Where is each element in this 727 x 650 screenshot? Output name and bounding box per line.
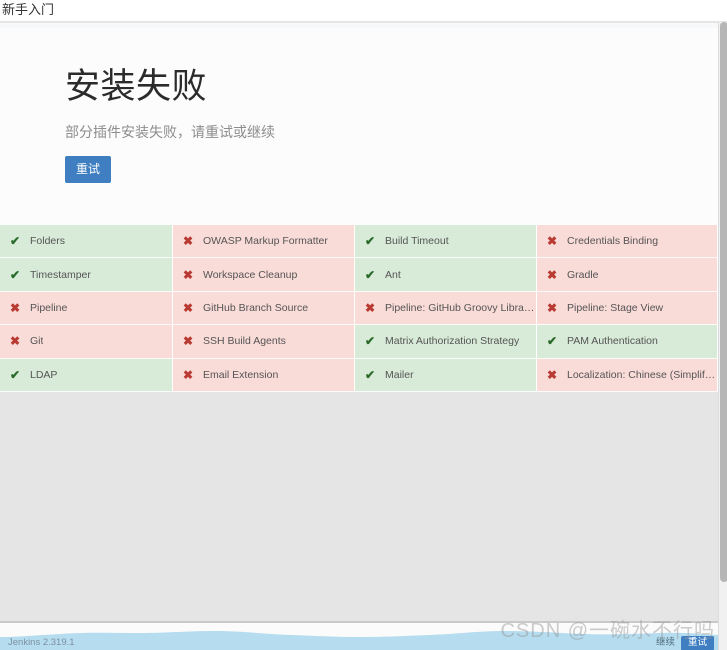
plugin-status-grid: ✔ Folders ✖ OWASP Markup Formatter ✔ Build Ti… (0, 225, 718, 392)
plugin-name-label: Build Timeout (385, 235, 449, 248)
plugin-cell: ✖ Workspace Cleanup (173, 258, 355, 292)
setup-footer: Jenkins 2.319.1 继续 重试 (0, 623, 718, 650)
header-tab-label: 新手入门 (2, 2, 55, 17)
plugin-name-label: Pipeline: Stage View (567, 301, 664, 314)
plugin-cell: ✔ Build Timeout (355, 225, 537, 259)
check-icon: ✔ (364, 267, 376, 282)
check-icon: ✔ (9, 367, 21, 382)
cross-icon: ✖ (546, 267, 558, 282)
plugin-cell: ✖ GitHub Branch Source (173, 291, 355, 326)
plugin-name-label: Localization: Chinese (Simplified) (567, 368, 717, 381)
plugin-name-label: Email Extension (203, 368, 279, 381)
check-icon: ✔ (9, 234, 21, 249)
plugin-name-label: Matrix Authorization Strategy (385, 335, 520, 348)
plugin-cell: ✖ Git (0, 325, 173, 359)
header-tab-getting-started[interactable]: 新手入门 (0, 0, 727, 20)
plugin-name-label: SSH Build Agents (203, 335, 286, 348)
plugin-cell: ✖ Localization: Chinese (Simplified) (537, 358, 718, 392)
cross-icon: ✖ (546, 234, 558, 249)
check-icon: ✔ (364, 334, 376, 349)
plugin-name-label: Mailer (385, 368, 414, 381)
cross-icon: ✖ (364, 300, 376, 315)
plugin-cell: ✔ Matrix Authorization Strategy (355, 325, 537, 359)
app-header: 新手入门 (0, 0, 727, 22)
plugin-name-label: OWASP Markup Formatter (203, 235, 328, 248)
cross-icon: ✖ (9, 334, 21, 349)
footer-actions: 继续 重试 (656, 635, 718, 650)
plugin-name-label: Ant (385, 268, 401, 281)
cross-icon: ✖ (182, 267, 194, 282)
plugin-name-label: Git (30, 335, 44, 348)
install-failure-hero: 安装失败 部分插件安装失败，请重试或继续 重试 (65, 65, 275, 183)
plugin-cell: ✔ Ant (355, 258, 537, 292)
plugin-name-label: Pipeline (30, 301, 68, 314)
plugin-name-label: Credentials Binding (567, 235, 659, 248)
plugin-cell: ✔ Mailer (355, 358, 537, 392)
panel-top-divider (0, 23, 718, 28)
plugin-cell: ✖ Pipeline: GitHub Groovy Libraries (355, 291, 537, 326)
check-icon: ✔ (364, 234, 376, 249)
cross-icon: ✖ (9, 300, 21, 315)
plugin-name-label: Pipeline: GitHub Groovy Libraries (385, 301, 536, 314)
plugin-name-label: LDAP (30, 368, 58, 381)
page-subtitle: 部分插件安装失败，请重试或继续 (65, 124, 275, 140)
plugin-cell: ✖ Pipeline: Stage View (537, 291, 718, 326)
plugin-name-label: GitHub Branch Source (203, 301, 309, 314)
plugin-name-label: Timestamper (30, 268, 91, 281)
plugin-cell: ✖ SSH Build Agents (173, 325, 355, 359)
setup-wizard-panel: 安装失败 部分插件安装失败，请重试或继续 重试 (0, 23, 718, 225)
cross-icon: ✖ (546, 300, 558, 315)
plugin-name-label: Workspace Cleanup (203, 268, 298, 281)
cross-icon: ✖ (546, 367, 558, 382)
plugin-cell: ✔ Timestamper (0, 258, 173, 292)
footer-retry-button[interactable]: 重试 (680, 635, 714, 650)
jenkins-version-label: Jenkins 2.319.1 (8, 637, 75, 648)
plugin-name-label: Folders (30, 235, 66, 248)
plugin-cell: ✔ PAM Authentication (537, 325, 718, 359)
check-icon: ✔ (546, 334, 558, 349)
plugin-cell: ✖ Credentials Binding (537, 225, 718, 259)
vertical-scrollbar[interactable] (718, 22, 727, 650)
footer-bar: Jenkins 2.319.1 继续 重试 (0, 635, 718, 650)
scrollbar-thumb[interactable] (720, 22, 727, 582)
retry-button[interactable]: 重试 (65, 156, 112, 183)
plugin-cell: ✔ Folders (0, 225, 173, 259)
plugin-name-label: PAM Authentication (567, 335, 658, 348)
check-icon: ✔ (364, 367, 376, 382)
plugin-name-label: Gradle (567, 268, 599, 281)
plugin-cell: ✖ Pipeline (0, 291, 173, 326)
continue-button[interactable]: 继续 (656, 637, 675, 649)
plugin-cell: ✔ LDAP (0, 358, 173, 392)
plugin-cell: ✖ Email Extension (173, 358, 355, 392)
cross-icon: ✖ (182, 367, 194, 382)
cross-icon: ✖ (182, 334, 194, 349)
cross-icon: ✖ (182, 300, 194, 315)
check-icon: ✔ (9, 267, 21, 282)
cross-icon: ✖ (182, 234, 194, 249)
plugin-cell: ✖ Gradle (537, 258, 718, 292)
plugin-cell: ✖ OWASP Markup Formatter (173, 225, 355, 259)
page-title: 安装失败 (65, 67, 208, 106)
